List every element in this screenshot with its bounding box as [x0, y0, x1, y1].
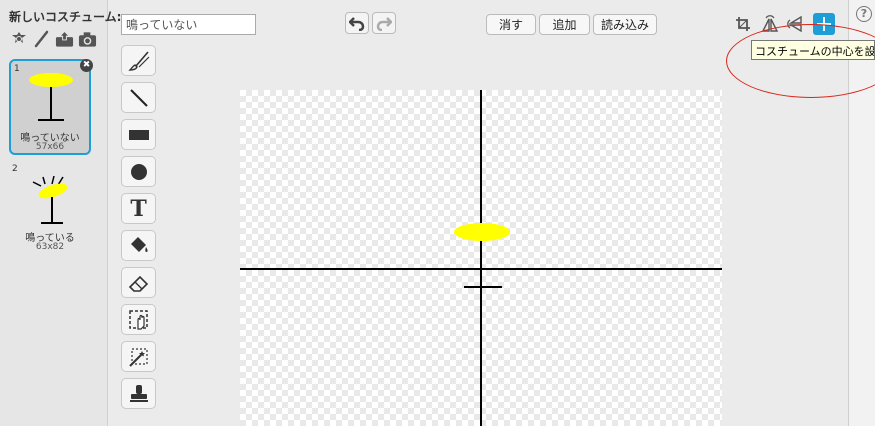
help-icon[interactable]: ? — [856, 6, 872, 22]
highlight-annotation — [726, 24, 875, 98]
costume-name-input[interactable] — [121, 14, 256, 35]
wand-tool-icon[interactable] — [121, 341, 156, 372]
costume-size: 63x82 — [35, 242, 65, 252]
fill-tool-icon[interactable] — [121, 230, 156, 261]
redo-button[interactable] — [372, 12, 396, 34]
new-costume-label: 新しいコスチューム: — [9, 10, 122, 24]
crop-icon[interactable] — [732, 13, 754, 35]
undo-icon — [349, 17, 365, 31]
ellipse-tool-icon[interactable] — [121, 156, 156, 187]
costume-thumbnail — [29, 73, 73, 121]
camera-icon[interactable] — [78, 29, 97, 49]
add-button[interactable]: 追加 — [539, 14, 590, 35]
brush-tool-icon[interactable] — [121, 45, 156, 76]
paint-canvas[interactable] — [240, 90, 722, 426]
sprite-library-icon[interactable] — [9, 29, 28, 49]
redo-icon — [376, 17, 392, 31]
new-costume-tools — [9, 29, 97, 49]
delete-costume-icon[interactable]: ✖ — [80, 59, 93, 72]
import-button[interactable]: 読み込み — [593, 14, 657, 35]
costume-number: 2 — [12, 164, 18, 174]
text-tool-icon[interactable]: T — [121, 193, 156, 224]
costume-thumbnail — [32, 175, 68, 224]
rectangle-tool-icon[interactable] — [121, 119, 156, 150]
costume-size: 57x66 — [35, 142, 65, 152]
costume-item[interactable]: 1 ✖ 鳴っていない 57x66 — [9, 59, 93, 155]
canvas-drawing — [240, 90, 722, 426]
paint-brush-icon[interactable] — [32, 29, 51, 49]
costume-bell-shape — [454, 223, 510, 241]
clear-button[interactable]: 消す — [486, 14, 536, 35]
stamp-tool-icon[interactable] — [121, 378, 156, 409]
line-tool-icon[interactable] — [121, 82, 156, 113]
upload-icon[interactable] — [55, 29, 74, 49]
costume-panel: 新しいコスチューム: 1 ✖ 鳴っていない 57x66 2 鳴っている 63x8… — [0, 0, 121, 426]
costume-number: 1 — [14, 64, 20, 74]
undo-button[interactable] — [345, 12, 369, 34]
select-tool-icon[interactable] — [121, 304, 156, 335]
eraser-tool-icon[interactable] — [121, 267, 156, 298]
costume-item[interactable]: 2 鳴っている 63x82 — [9, 161, 91, 257]
